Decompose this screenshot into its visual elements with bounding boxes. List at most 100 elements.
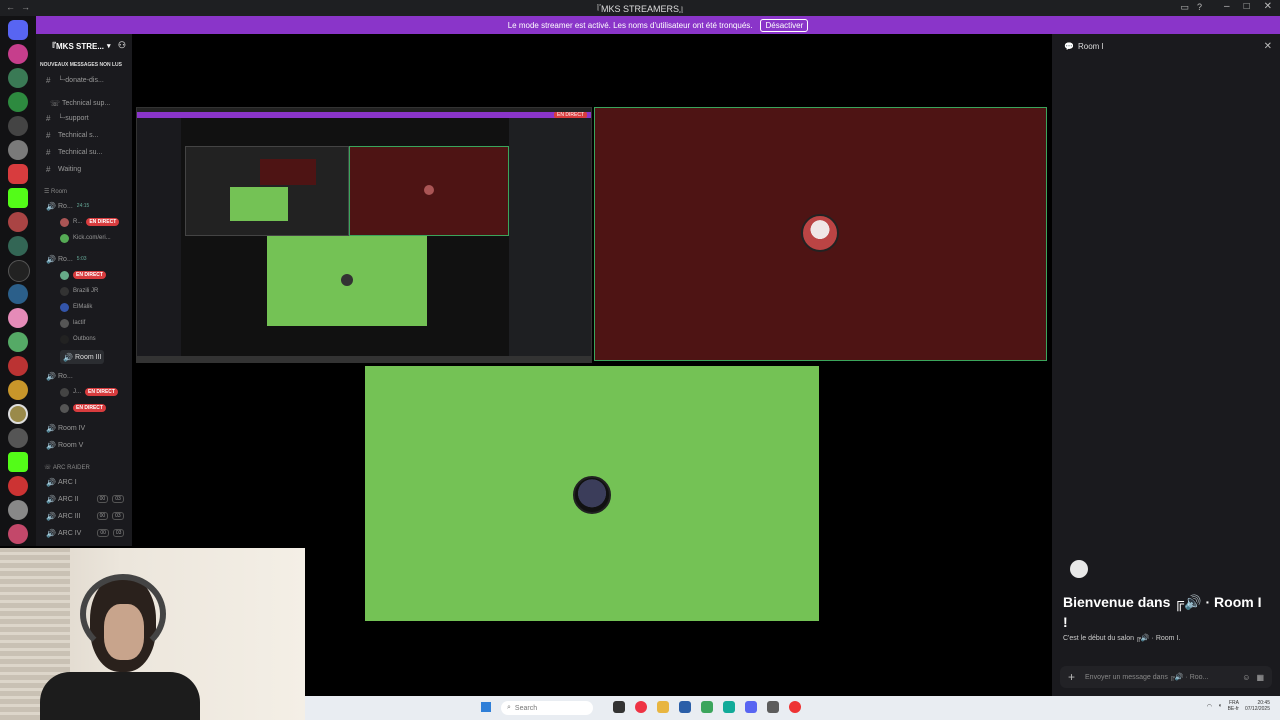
- screen-share-tile[interactable]: EN DIRECT: [136, 107, 592, 363]
- avatar: [60, 270, 69, 280]
- app-icon[interactable]: [679, 701, 691, 713]
- server-icon[interactable]: [8, 68, 28, 88]
- server-icon[interactable]: [8, 236, 28, 256]
- server-icon[interactable]: [8, 92, 28, 112]
- server-icon[interactable]: [8, 428, 28, 448]
- category-room[interactable]: ☰ Room: [44, 188, 67, 195]
- chat-bubble-icon: [1070, 560, 1088, 578]
- window-title: 『MKS STREAMERS』: [591, 3, 688, 14]
- voice-user[interactable]: ElMalik: [60, 300, 92, 314]
- avatar: [60, 217, 69, 227]
- emoji-icon[interactable]: ☺: [1242, 673, 1250, 682]
- speaker-icon: 🔊: [46, 423, 56, 433]
- chrome-icon[interactable]: [635, 701, 647, 713]
- message-input[interactable]: + Envoyer un message dans ╔🔊 · Roo... ☺ …: [1060, 666, 1272, 688]
- webcam-overlay: [0, 548, 305, 720]
- speaker-icon: 🔊: [46, 371, 56, 381]
- voice-channel-arc-iii[interactable]: 🔊 ARC III 00 03: [46, 509, 124, 523]
- chevron-down-icon: ▾: [107, 43, 111, 50]
- voice-channel-arc-i[interactable]: 🔊 ARC I: [46, 475, 77, 489]
- voice-user[interactable]: Kick.com/eri...: [60, 231, 111, 245]
- voice-user[interactable]: EN DIRECT: [60, 401, 106, 415]
- kick-server-icon[interactable]: [8, 188, 28, 208]
- windows-start-icon[interactable]: [481, 702, 491, 712]
- folder-icon[interactable]: [657, 701, 669, 713]
- voice-channel-room-iv[interactable]: 🔊 Room IV: [46, 421, 85, 435]
- hash-icon: #: [46, 130, 51, 140]
- disable-streamer-mode-button[interactable]: Désactiver: [760, 18, 809, 32]
- close-window-button[interactable]: ✕: [1264, 1, 1272, 12]
- window-titlebar: ←→ 『MKS STREAMERS』 ▭ ? – □ ✕: [0, 0, 1280, 16]
- voice-user[interactable]: Outbons: [60, 332, 96, 346]
- server-icon[interactable]: [8, 140, 28, 160]
- help-icon[interactable]: ?: [1197, 2, 1202, 13]
- avatar: [60, 387, 69, 397]
- opera-icon[interactable]: [789, 701, 801, 713]
- taskbar-search[interactable]: ⌕ Search: [501, 701, 593, 715]
- volume-icon[interactable]: ◖: [1218, 703, 1222, 709]
- app-icon[interactable]: [613, 701, 625, 713]
- server-icon[interactable]: [8, 260, 30, 282]
- server-icon[interactable]: [8, 380, 28, 400]
- channel-sidebar: 『MKS STRE... ▾ ⚇ NOUVEAUX MESSAGES NON L…: [36, 34, 132, 546]
- avatar: [573, 476, 611, 514]
- participant-tile-speaking[interactable]: [594, 107, 1047, 361]
- voice-channel-room-v[interactable]: 🔊 Room V: [46, 438, 83, 452]
- wifi-icon[interactable]: ◠: [1207, 703, 1212, 710]
- app-icon[interactable]: [767, 701, 779, 713]
- server-icon[interactable]: [8, 308, 28, 328]
- apps-icon[interactable]: ▦: [1256, 673, 1264, 682]
- discord-icon[interactable]: [745, 701, 757, 713]
- server-header[interactable]: 『MKS STRE... ▾ ⚇: [36, 34, 132, 58]
- server-icon[interactable]: [8, 332, 28, 352]
- server-icon[interactable]: [8, 356, 28, 376]
- kick-server-icon[interactable]: [8, 452, 28, 472]
- server-icon[interactable]: [8, 476, 28, 496]
- clock[interactable]: 20:45 07/12/2025: [1245, 700, 1270, 712]
- speaker-icon: 🔊: [63, 352, 73, 362]
- voice-user[interactable]: Brazili JR: [60, 284, 98, 298]
- app-icon[interactable]: [723, 701, 735, 713]
- participant-tile[interactable]: [365, 366, 819, 621]
- voice-user[interactable]: EN DIRECT: [60, 268, 106, 282]
- avatar: [60, 318, 69, 328]
- server-icon[interactable]: [8, 116, 28, 136]
- voice-user[interactable]: J... EN DIRECT: [60, 385, 118, 399]
- server-icon[interactable]: [8, 524, 28, 544]
- app-icon[interactable]: [701, 701, 713, 713]
- channel-item[interactable]: # └-support: [46, 111, 89, 125]
- voice-channel-room-iv-active[interactable]: 🔊 Ro...: [46, 369, 73, 383]
- server-list: [0, 16, 36, 546]
- voice-user[interactable]: R... EN DIRECT: [60, 215, 120, 229]
- inbox-icon[interactable]: ▭: [1180, 2, 1189, 13]
- voice-channel-room-ii[interactable]: 🔊 Ro... 5:03: [46, 252, 87, 266]
- voice-channel-arc-iv[interactable]: 🔊 ARC IV 00 03: [46, 526, 125, 540]
- channel-item[interactable]: # Technical s...: [46, 128, 98, 142]
- category-arc-raider[interactable]: ☏ ARC RAIDER: [44, 464, 90, 471]
- server-icon[interactable]: [8, 500, 28, 520]
- plus-icon[interactable]: +: [1068, 670, 1075, 684]
- server-icon[interactable]: [8, 164, 28, 184]
- maximize-button[interactable]: □: [1244, 1, 1250, 12]
- channel-item[interactable]: # └-donate-dis...: [46, 73, 104, 87]
- voice-channel-room-iii[interactable]: 🔊 Room III: [60, 350, 105, 364]
- server-icon[interactable]: [8, 404, 28, 424]
- voice-channel-arc-ii[interactable]: 🔊 ARC II 00 03: [46, 492, 124, 506]
- voice-user[interactable]: lactif: [60, 316, 85, 330]
- channel-item[interactable]: ☏ Technical sup...: [50, 96, 110, 110]
- voice-channel-room-i[interactable]: 🔊 Ro... 24:15: [46, 199, 89, 213]
- speaker-icon: 🔊: [46, 511, 56, 521]
- chat-header: 💬 Room I: [1064, 42, 1104, 51]
- minimize-button[interactable]: –: [1224, 1, 1230, 12]
- invite-icon[interactable]: ⚇: [118, 40, 126, 51]
- new-messages-pill[interactable]: NOUVEAUX MESSAGES NON LUS: [40, 62, 126, 69]
- server-icon[interactable]: [8, 44, 28, 64]
- server-icon[interactable]: [8, 284, 28, 304]
- close-icon[interactable]: ✕: [1264, 41, 1272, 52]
- server-icon[interactable]: [8, 212, 28, 232]
- home-icon[interactable]: [8, 20, 28, 40]
- nav-arrows[interactable]: ←→: [6, 2, 36, 12]
- welcome-subtext: C'est le début du salon ╔🔊 · Room I.: [1063, 635, 1181, 642]
- channel-item[interactable]: # Waiting: [46, 162, 81, 176]
- channel-item[interactable]: # Technical su...: [46, 145, 102, 159]
